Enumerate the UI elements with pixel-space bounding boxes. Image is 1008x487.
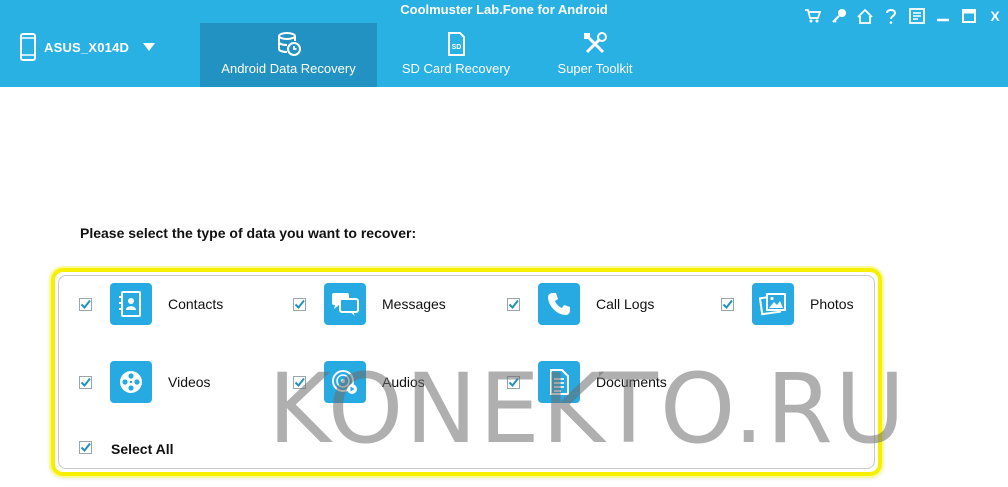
app-header: Coolmuster Lab.Fone for Android ASUS_X01…	[0, 0, 1008, 87]
recover-prompt: Please select the type of data you want …	[80, 225, 417, 241]
check-icon	[722, 299, 733, 310]
check-icon	[80, 299, 91, 310]
photos-checkbox[interactable]	[721, 298, 734, 311]
item-label: Videos	[168, 374, 211, 390]
call-logs-checkbox[interactable]	[507, 298, 520, 311]
check-icon	[294, 299, 305, 310]
item-label: Audios	[382, 374, 425, 390]
item-label: Contacts	[168, 296, 224, 312]
photos-icon	[752, 283, 794, 325]
check-icon	[508, 299, 519, 310]
maximize-icon[interactable]	[956, 6, 982, 26]
check-icon	[80, 442, 91, 453]
sd-card-icon: SD	[448, 32, 465, 56]
film-reel-icon	[110, 361, 152, 403]
phone-device-icon	[20, 33, 36, 61]
minimize-icon[interactable]	[930, 6, 956, 26]
messages-checkbox[interactable]	[293, 298, 306, 311]
tools-icon	[584, 32, 607, 54]
device-name: ASUS_X014D	[44, 39, 130, 55]
help-icon[interactable]	[878, 6, 904, 26]
tab-label: Android Data Recovery	[221, 61, 356, 76]
tab-sd-card-recovery[interactable]: SD SD Card Recovery	[377, 23, 535, 87]
check-icon	[80, 377, 91, 388]
contacts-icon	[110, 283, 152, 325]
database-recovery-icon	[277, 32, 301, 56]
item-label: Call Logs	[596, 296, 655, 312]
document-icon	[538, 361, 580, 403]
item-label: Documents	[596, 374, 667, 390]
chevron-down-icon[interactable]	[143, 42, 156, 52]
window-controls: X	[800, 6, 1008, 26]
check-icon	[508, 377, 519, 388]
close-label: X	[990, 8, 1000, 24]
documents-checkbox[interactable]	[507, 376, 520, 389]
key-icon[interactable]	[826, 6, 852, 26]
cart-icon[interactable]	[800, 6, 826, 26]
close-button[interactable]: X	[982, 6, 1008, 26]
audio-disc-icon	[324, 361, 366, 403]
phone-icon	[538, 283, 580, 325]
tab-android-data-recovery[interactable]: Android Data Recovery	[200, 23, 377, 87]
device-selector[interactable]: ASUS_X014D	[20, 32, 156, 62]
check-icon	[294, 377, 305, 388]
tab-super-toolkit[interactable]: Super Toolkit	[535, 23, 655, 87]
item-label: Messages	[382, 296, 446, 312]
svg-text:SD: SD	[452, 44, 462, 51]
audios-checkbox[interactable]	[293, 376, 306, 389]
videos-checkbox[interactable]	[79, 376, 92, 389]
tab-label: Super Toolkit	[557, 61, 633, 76]
home-icon[interactable]	[852, 6, 878, 26]
messages-icon	[324, 283, 366, 325]
feedback-icon[interactable]	[904, 6, 930, 26]
contacts-checkbox[interactable]	[79, 298, 92, 311]
item-label: Photos	[810, 296, 854, 312]
select-all-label: Select All	[111, 441, 174, 457]
tab-label: SD Card Recovery	[401, 61, 511, 76]
select-all-checkbox[interactable]	[79, 441, 92, 454]
